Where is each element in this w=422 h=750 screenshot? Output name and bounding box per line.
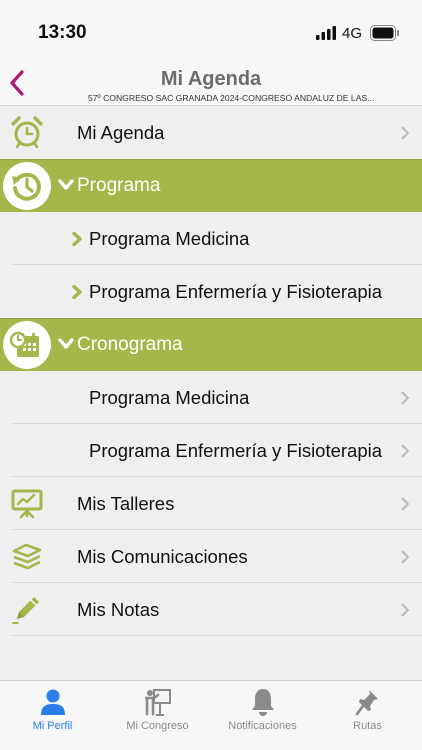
menu-item-mis-talleres[interactable]: Mis Talleres [0,477,422,530]
section-label: Cronograma [77,334,183,355]
menu-item-label: Mi Agenda [77,122,165,143]
history-clock-icon [12,172,41,201]
bullet-chevron-icon [72,232,82,246]
menu-item-programa-medicina[interactable]: Programa Medicina [0,212,422,265]
menu-item-programa-enfermeria[interactable]: Programa Enfermería y Fisioterapia [0,265,422,318]
tab-mi-perfil[interactable]: Mi Perfil [0,681,105,750]
chevron-down-icon [58,179,74,190]
chevron-right-icon [401,126,409,140]
tab-bar: Mi Perfil Mi Congreso Notificaciones Rut… [0,680,422,750]
tab-label: Mi Perfil [32,720,73,732]
menu-item-label: Programa Enfermería y Fisioterapia [89,440,383,461]
menu-item-label: Mis Comunicaciones [77,546,248,567]
chevron-right-icon [401,550,409,564]
chevron-right-icon [401,391,409,405]
signal-icon [316,26,336,40]
tab-label: Rutas [353,720,382,732]
agenda-menu: Mi Agenda Programa Programa Medicina Pro… [0,106,422,636]
network-type: 4G [342,25,363,42]
page-subtitle: 57º CONGRESO SAC GRANADA 2024-CONGRESO A… [88,93,375,103]
chevron-down-icon [58,338,74,349]
tab-label: Notificaciones [228,720,297,732]
menu-item-cronograma-enfermeria[interactable]: Programa Enfermería y Fisioterapia [0,424,422,477]
presentation-board-icon [11,489,43,519]
menu-item-mi-agenda[interactable]: Mi Agenda [0,106,422,159]
menu-item-label: Programa Medicina [89,387,250,408]
menu-item-label: Programa Medicina [89,228,250,249]
battery-icon [370,25,399,41]
section-label: Programa [77,175,161,196]
section-programa[interactable]: Programa [0,159,422,212]
chevron-right-icon [401,603,409,617]
bullet-chevron-icon [72,285,82,299]
page-title: Mi Agenda [160,68,262,90]
tab-notificaciones[interactable]: Notificaciones [210,681,315,750]
menu-item-mis-comunicaciones[interactable]: Mis Comunicaciones [0,530,422,583]
stacked-papers-icon [12,543,42,570]
menu-item-cronograma-medicina[interactable]: Programa Medicina [0,371,422,424]
chevron-right-icon [401,444,409,458]
presenter-icon [145,689,171,716]
menu-item-mis-notas[interactable]: Mis Notas [0,583,422,636]
pin-icon [355,690,378,716]
section-cronograma[interactable]: Cronograma [0,318,422,371]
chevron-right-icon [401,497,409,511]
tab-rutas[interactable]: Rutas [315,681,420,750]
menu-item-label: Mis Talleres [77,493,175,514]
status-bar: 13:30 4G [0,0,422,60]
bell-icon [252,689,274,716]
tab-mi-congreso[interactable]: Mi Congreso [105,681,210,750]
status-time: 13:30 [38,22,87,43]
calendar-clock-icon [9,331,39,357]
menu-item-label: Mis Notas [77,599,160,620]
tab-label: Mi Congreso [126,720,189,732]
nav-bar: Mi Agenda 57º CONGRESO SAC GRANADA 2024-… [0,60,422,106]
menu-item-label: Programa Enfermería y Fisioterapia [89,281,383,302]
alarm-clock-icon [11,116,43,149]
person-icon [41,689,65,715]
pencil-icon [12,597,39,624]
